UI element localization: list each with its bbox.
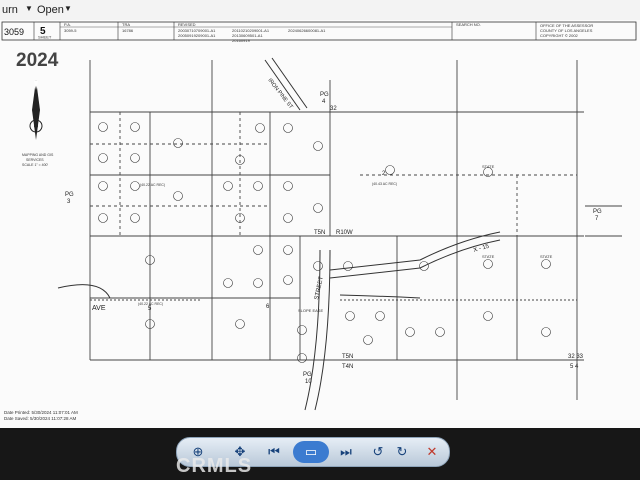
- date-saved: Date Saved: 5/30/2024 11:07:28 AM: [4, 416, 76, 421]
- office-line: COPYRIGHT © 2002: [540, 33, 579, 38]
- revised-entry: 20240626600081-A1: [288, 28, 326, 33]
- last-page-icon[interactable]: ⏭: [335, 441, 357, 463]
- page-view-icon[interactable]: ▭: [293, 441, 329, 463]
- watermark: CRMLS: [176, 455, 253, 477]
- section-corner: 32 33: [568, 354, 584, 360]
- township-label: T5N: [342, 354, 353, 360]
- close-icon[interactable]: ✕: [421, 441, 443, 463]
- menu-bar: urn Open ▼ ▼: [0, 0, 640, 21]
- parcel-map: 3059 5 SHEET P.A. 3059-5 TRA 16786 REVIS…: [0, 20, 640, 428]
- map-year: 2024: [16, 50, 59, 71]
- menu-chevron-icon: ▼: [25, 4, 33, 13]
- page-ref-10: PG 10: [303, 372, 312, 385]
- menu-chevron-icon: ▼: [64, 4, 72, 13]
- map-book-number: 3059: [4, 27, 24, 37]
- pa-value: 3059-5: [64, 28, 77, 33]
- slope-label: SLOPE EASE: [298, 308, 323, 313]
- revised-entry: 20050919209001-A1: [178, 33, 216, 38]
- tra-label: TRA: [122, 22, 130, 27]
- revised-entry: 20160919: [232, 38, 251, 43]
- rotate-ccw-icon[interactable]: ↺: [367, 441, 389, 463]
- north-caption: MAPPING AND GIS: [22, 153, 54, 157]
- parcel-state-label: STATE: [540, 254, 553, 259]
- section-number: 32: [330, 106, 337, 112]
- tra-value: 16786: [122, 28, 134, 33]
- acreage-label: (40.22 AC REC): [138, 302, 163, 306]
- north-caption: SERVICES: [26, 158, 44, 162]
- revised-label: REVISED: [178, 22, 196, 27]
- first-page-icon[interactable]: ⏮: [263, 441, 285, 463]
- menu-item-open[interactable]: Open: [37, 4, 64, 16]
- street-label: AVE: [92, 305, 106, 312]
- sheet-label: SHEET: [38, 35, 52, 40]
- range-label: R10W: [336, 230, 353, 236]
- search-label: SEARCH NO.: [456, 22, 481, 27]
- document-view: 3059 5 SHEET P.A. 3059-5 TRA 16786 REVIS…: [0, 20, 640, 428]
- pa-label: P.A.: [64, 22, 71, 27]
- date-printed: Date Printed: 5/30/2024 11:07:01 AM: [4, 410, 78, 415]
- north-caption: SCALE 1" = 400': [22, 163, 48, 167]
- menu-item-urn[interactable]: urn: [2, 4, 18, 16]
- acreage-label: (40.43 AC REC): [372, 182, 397, 186]
- section-corner: 5 4: [570, 364, 579, 370]
- township-label: T5N: [314, 230, 325, 236]
- parcel-state-label: STATE: [482, 254, 495, 259]
- acreage-label: (40.22 AC REC): [140, 183, 165, 187]
- parcel-state-label: STATE: [482, 164, 495, 169]
- township-label: T4N: [342, 364, 353, 370]
- rotate-cw-icon[interactable]: ↻: [391, 441, 413, 463]
